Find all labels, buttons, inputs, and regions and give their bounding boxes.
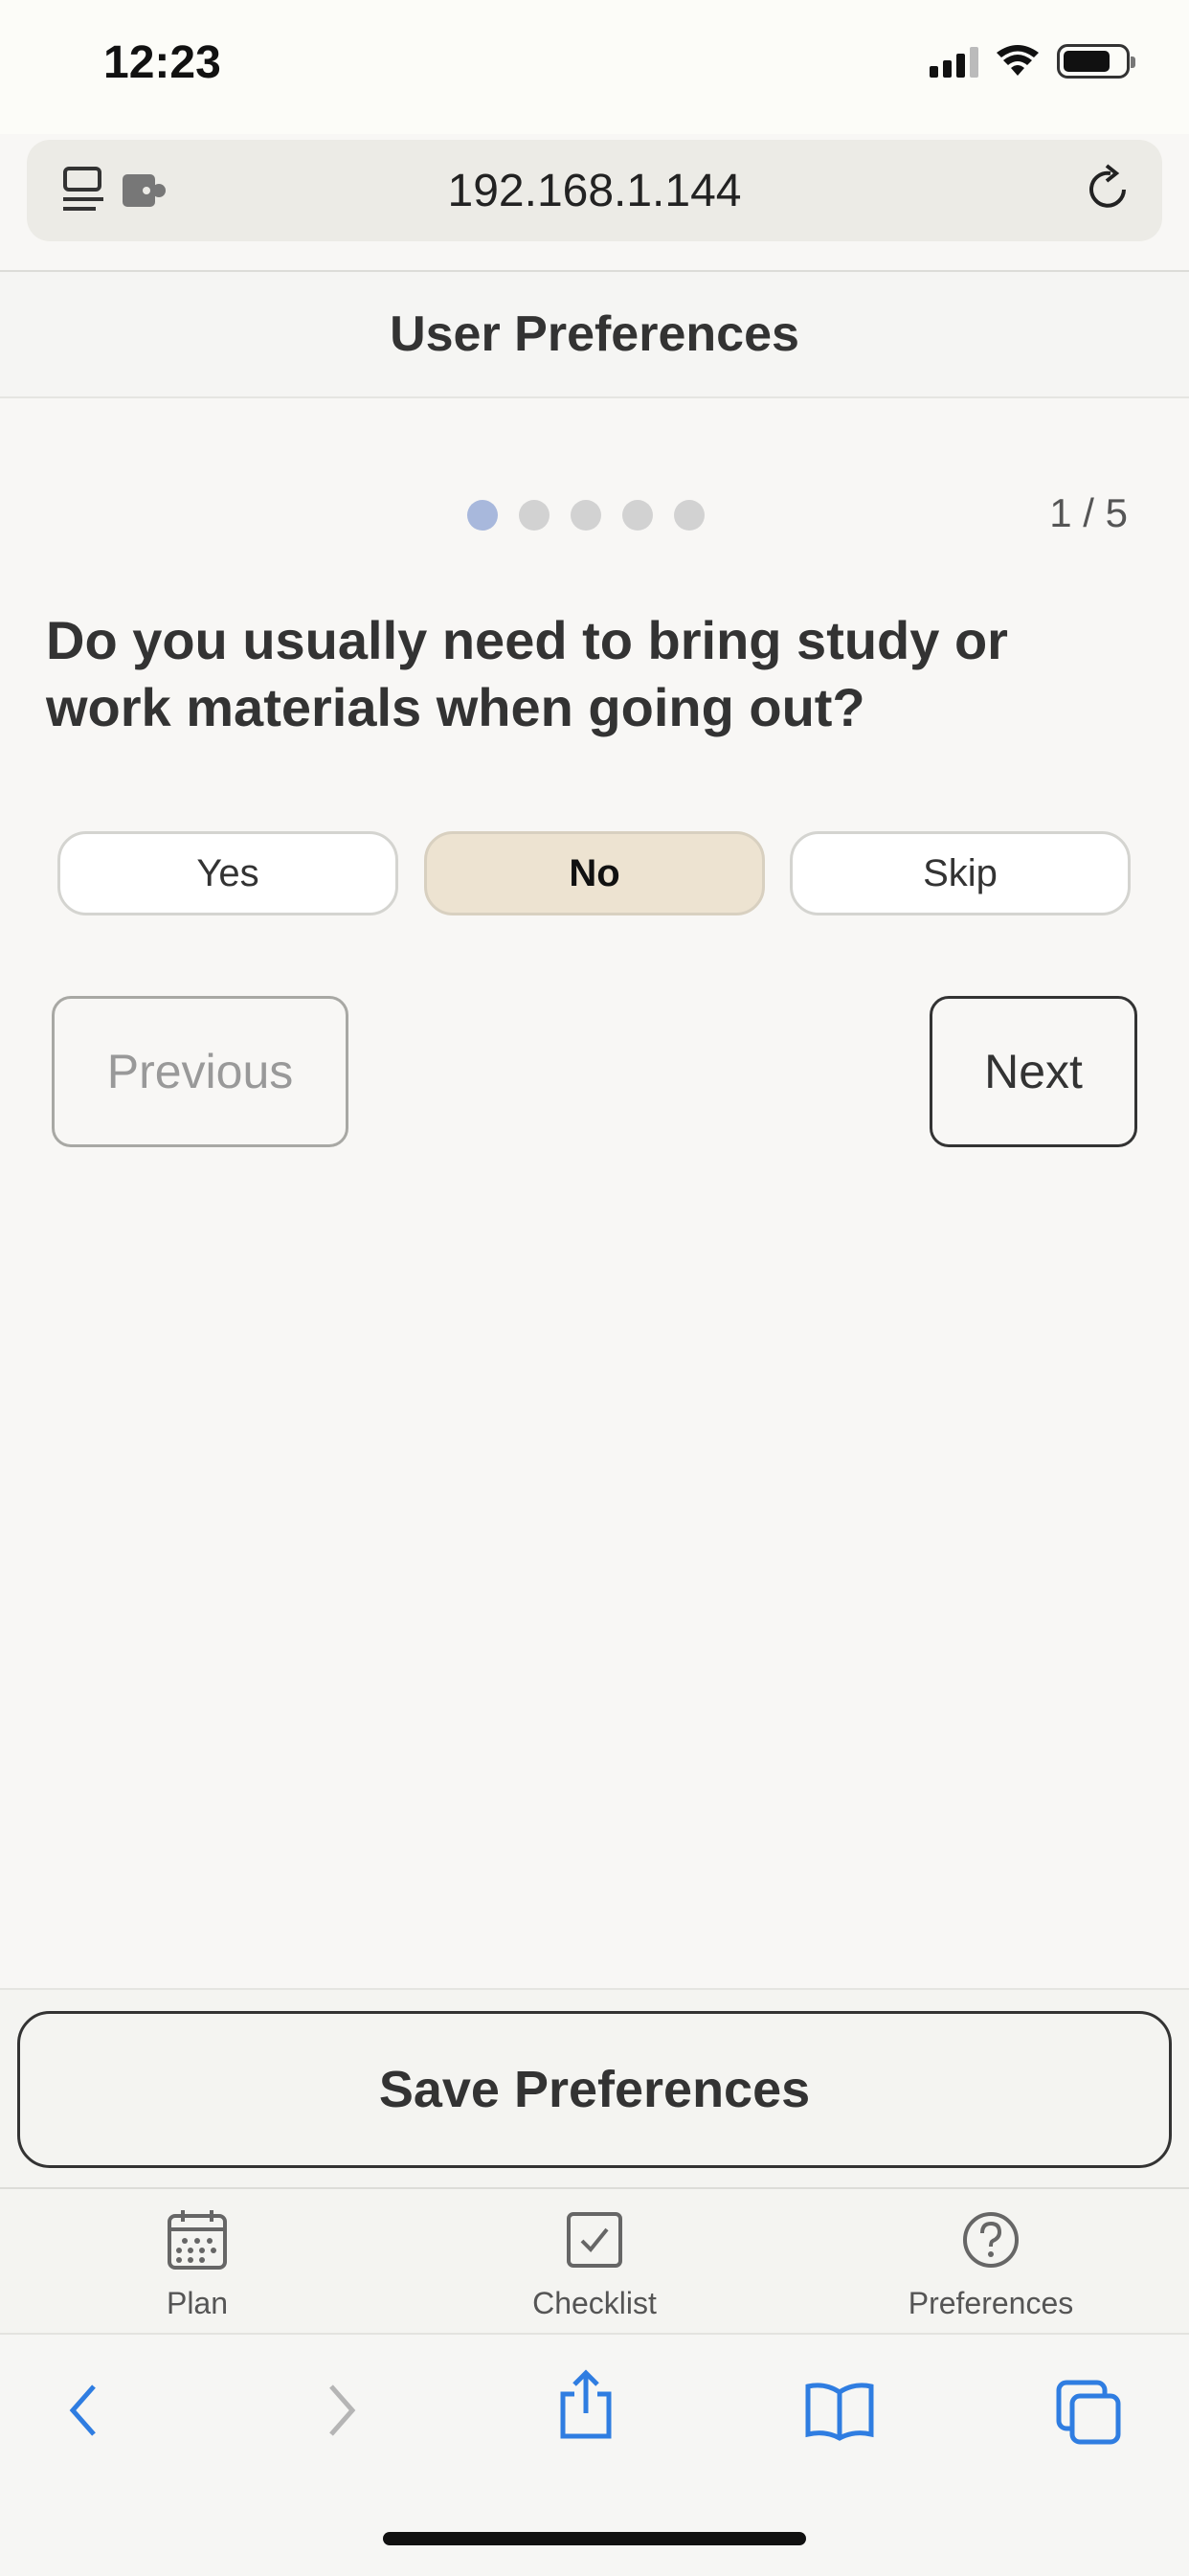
calendar-icon xyxy=(168,2210,227,2270)
tab-bar: Plan Checklist Preferences xyxy=(0,2187,1189,2335)
progress-dot xyxy=(571,500,601,531)
share-icon[interactable] xyxy=(555,2369,617,2442)
tab-checklist-label: Checklist xyxy=(532,2286,657,2320)
page-title: User Preferences xyxy=(0,270,1189,398)
answer-skip-button[interactable]: Skip xyxy=(790,831,1131,915)
question-text: Do you usually need to bring study or wo… xyxy=(46,610,1008,737)
save-preferences-button[interactable]: Save Preferences xyxy=(17,2011,1172,2168)
home-indicator xyxy=(383,2532,806,2545)
tab-preferences[interactable]: Preferences xyxy=(847,2208,1134,2321)
tab-preferences-label: Preferences xyxy=(908,2286,1074,2320)
reload-icon[interactable] xyxy=(1082,161,1135,218)
address-bar[interactable]: 192.168.1.144 xyxy=(27,140,1162,241)
wifi-icon xyxy=(997,45,1039,76)
answer-no-button[interactable]: No xyxy=(424,831,765,915)
answer-yes-button[interactable]: Yes xyxy=(57,831,398,915)
question-circle-icon xyxy=(963,2212,1019,2268)
status-time: 12:23 xyxy=(103,37,221,88)
next-button[interactable]: Next xyxy=(930,996,1137,1147)
status-bar: 12:23 xyxy=(0,0,1189,134)
tab-plan[interactable]: Plan xyxy=(54,2208,341,2321)
checkbox-icon xyxy=(567,2212,622,2268)
tabs-icon[interactable] xyxy=(1055,2379,1124,2446)
tab-plan-label: Plan xyxy=(166,2286,229,2320)
forward-icon[interactable] xyxy=(316,2379,364,2442)
progress-dots xyxy=(467,500,705,531)
progress-dot xyxy=(519,500,550,531)
previous-button[interactable]: Previous xyxy=(52,996,348,1147)
url-text[interactable]: 192.168.1.144 xyxy=(27,165,1162,217)
progress-dot-active xyxy=(467,500,498,531)
save-footer: Save Preferences xyxy=(0,1988,1189,2189)
progress-counter: 1 / 5 xyxy=(1049,490,1128,535)
progress-dot xyxy=(674,500,705,531)
tab-checklist[interactable]: Checklist xyxy=(451,2208,738,2321)
back-icon[interactable] xyxy=(61,2379,109,2442)
bookmarks-icon[interactable] xyxy=(804,2379,875,2442)
status-icons xyxy=(930,44,1135,79)
cellular-signal-icon xyxy=(930,45,978,78)
progress-dot xyxy=(622,500,653,531)
battery-icon xyxy=(1057,44,1135,79)
